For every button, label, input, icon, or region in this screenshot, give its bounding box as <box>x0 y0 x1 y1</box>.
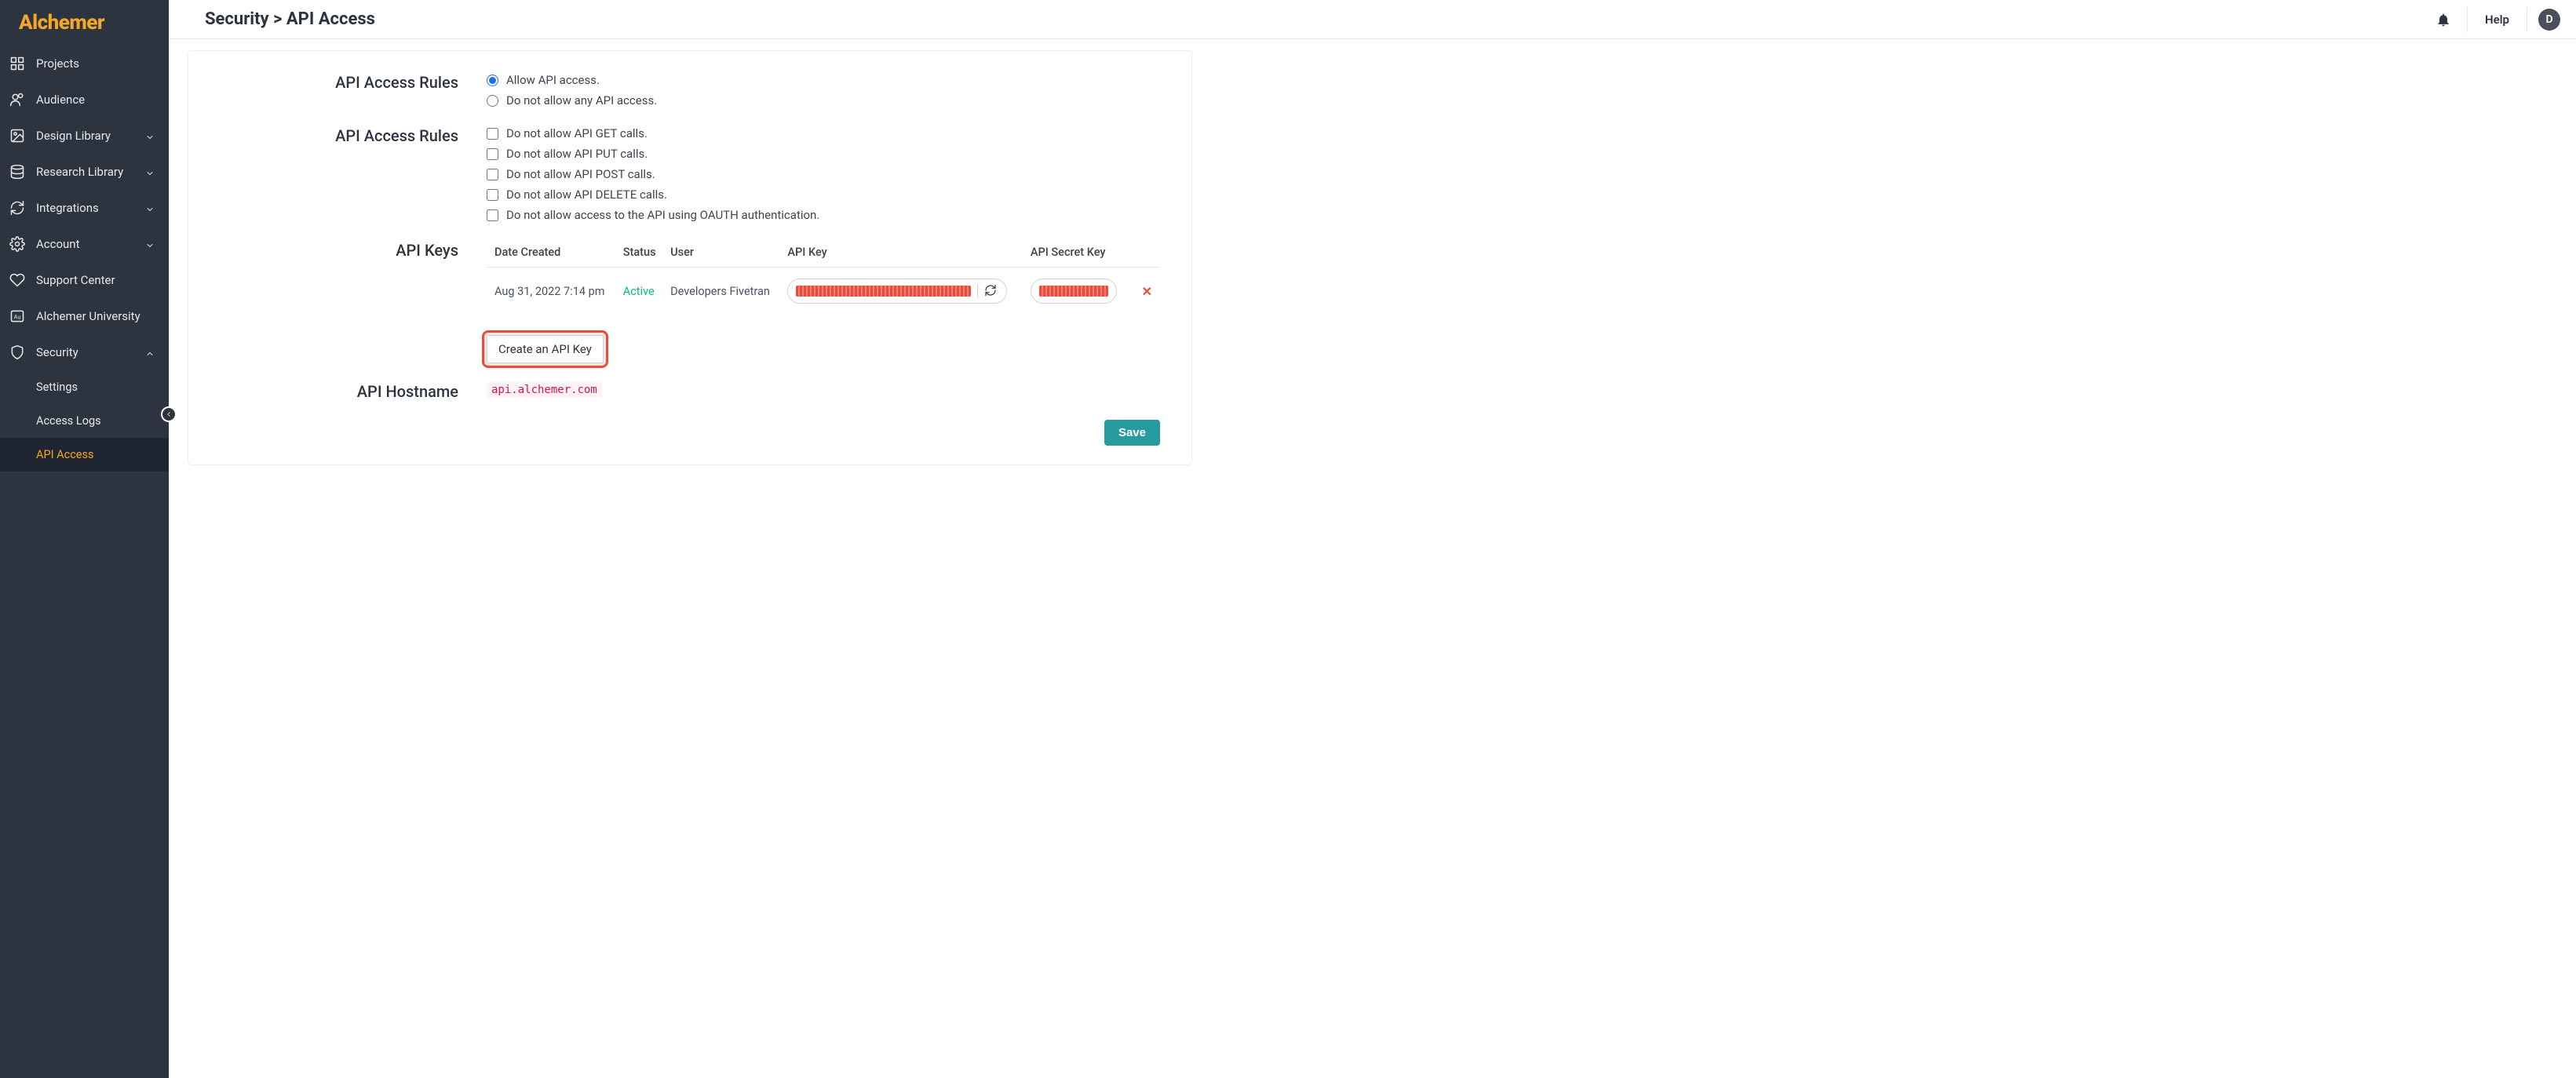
sidebar-item-label: Security <box>36 345 78 359</box>
radio-label: Allow API access. <box>506 73 600 87</box>
table-row: Aug 31, 2022 7:14 pm Active Developers F… <box>487 268 1160 315</box>
sidebar-item-support-center[interactable]: Support Center <box>0 262 169 298</box>
sidebar-sub-api-access[interactable]: API Access <box>0 438 169 472</box>
sidebar-item-label: Support Center <box>36 273 115 287</box>
sidebar-collapse-button[interactable] <box>161 406 177 422</box>
sidebar-sub-settings[interactable]: Settings <box>0 370 169 404</box>
sidebar-item-audience[interactable]: Audience <box>0 82 169 118</box>
section-label-hostname: API Hostname <box>220 382 487 401</box>
check-no-oauth[interactable]: Do not allow access to the API using OAU… <box>487 208 1160 222</box>
radio-allow-api-input[interactable] <box>487 75 498 86</box>
sidebar-item-label: Integrations <box>36 201 99 215</box>
sidebar: Alchemer Projects Audience Design Librar… <box>0 0 169 1078</box>
topbar: Security > API Access Help D <box>169 0 2576 39</box>
section-label-access-rules: API Access Rules <box>220 73 487 92</box>
sidebar-item-label: Access Logs <box>36 414 101 428</box>
save-button[interactable]: Save <box>1104 420 1160 446</box>
sidebar-item-account[interactable]: Account <box>0 226 169 262</box>
check-no-post-input[interactable] <box>487 169 498 180</box>
sidebar-item-label: Design Library <box>36 129 111 143</box>
user-avatar[interactable]: D <box>2538 9 2560 31</box>
sidebar-item-label: Research Library <box>36 165 123 179</box>
radio-deny-api[interactable]: Do not allow any API access. <box>487 93 1160 107</box>
check-no-delete-input[interactable] <box>487 189 498 201</box>
au-badge-icon: Au <box>9 308 25 324</box>
shield-icon <box>9 344 25 360</box>
sidebar-item-label: API Access <box>36 448 93 461</box>
brand-logo: Alchemer <box>0 0 169 46</box>
check-label: Do not allow access to the API using OAU… <box>506 208 819 222</box>
check-no-delete[interactable]: Do not allow API DELETE calls. <box>487 188 1160 202</box>
heart-icon <box>9 272 25 288</box>
api-keys-table: Date Created Status User API Key API Sec… <box>487 241 1160 315</box>
cell-date: Aug 31, 2022 7:14 pm <box>487 268 618 315</box>
sidebar-item-label: Settings <box>36 381 78 394</box>
sidebar-item-design-library[interactable]: Design Library <box>0 118 169 154</box>
sidebar-item-integrations[interactable]: Integrations <box>0 190 169 226</box>
create-api-key-button[interactable]: Create an API Key <box>487 335 604 363</box>
radio-allow-api[interactable]: Allow API access. <box>487 73 1160 87</box>
section-label-access-rules-2: API Access Rules <box>220 126 487 145</box>
settings-panel: API Access Rules Allow API access. Do no… <box>188 50 1192 465</box>
col-api-secret: API Secret Key <box>1026 241 1129 268</box>
check-label: Do not allow API PUT calls. <box>506 147 648 161</box>
cell-user: Developers Fivetran <box>666 268 783 315</box>
sidebar-item-alchemer-university[interactable]: Au Alchemer University <box>0 298 169 334</box>
col-user: User <box>666 241 783 268</box>
delete-key-icon[interactable]: ✕ <box>1142 284 1152 299</box>
chevron-down-icon <box>145 131 155 140</box>
refresh-icon <box>9 200 25 216</box>
breadcrumb: Security > API Access <box>205 9 375 29</box>
radio-label: Do not allow any API access. <box>506 93 657 107</box>
users-icon <box>9 92 25 107</box>
image-icon <box>9 128 25 144</box>
check-no-post[interactable]: Do not allow API POST calls. <box>487 167 1160 181</box>
col-status: Status <box>618 241 666 268</box>
check-no-get[interactable]: Do not allow API GET calls. <box>487 126 1160 140</box>
check-label: Do not allow API DELETE calls. <box>506 188 667 202</box>
sidebar-sub-access-logs[interactable]: Access Logs <box>0 404 169 438</box>
redacted-key-value <box>796 286 971 297</box>
api-hostname-value: api.alchemer.com <box>487 382 602 398</box>
sidebar-item-label: Audience <box>36 93 85 107</box>
radio-deny-api-input[interactable] <box>487 95 498 107</box>
help-link[interactable]: Help <box>2467 7 2527 32</box>
check-no-oauth-input[interactable] <box>487 209 498 221</box>
chevron-down-icon <box>145 239 155 249</box>
check-no-get-input[interactable] <box>487 128 498 140</box>
sidebar-item-security[interactable]: Security <box>0 334 169 370</box>
regenerate-key-icon[interactable] <box>977 284 998 298</box>
cell-status: Active <box>618 268 666 315</box>
svg-text:Au: Au <box>14 313 21 320</box>
api-secret-field[interactable] <box>1031 279 1117 304</box>
check-no-put[interactable]: Do not allow API PUT calls. <box>487 147 1160 161</box>
section-label-api-keys: API Keys <box>220 241 487 260</box>
grid-icon <box>9 56 25 71</box>
sidebar-item-label: Projects <box>36 56 79 71</box>
check-label: Do not allow API GET calls. <box>506 126 648 140</box>
gear-icon <box>9 236 25 252</box>
sidebar-item-projects[interactable]: Projects <box>0 46 169 82</box>
database-icon <box>9 164 25 180</box>
col-api-key: API Key <box>783 241 1025 268</box>
api-key-field[interactable] <box>787 279 1007 304</box>
chevron-up-icon <box>145 348 155 357</box>
sidebar-item-label: Alchemer University <box>36 309 140 323</box>
check-label: Do not allow API POST calls. <box>506 167 655 181</box>
chevron-down-icon <box>145 203 155 213</box>
redacted-secret-value <box>1039 286 1108 297</box>
chevron-down-icon <box>145 167 155 177</box>
check-no-put-input[interactable] <box>487 148 498 160</box>
sidebar-item-label: Account <box>36 237 80 251</box>
notifications-bell-icon[interactable] <box>2436 12 2451 27</box>
sidebar-item-research-library[interactable]: Research Library <box>0 154 169 190</box>
col-date-created: Date Created <box>487 241 618 268</box>
